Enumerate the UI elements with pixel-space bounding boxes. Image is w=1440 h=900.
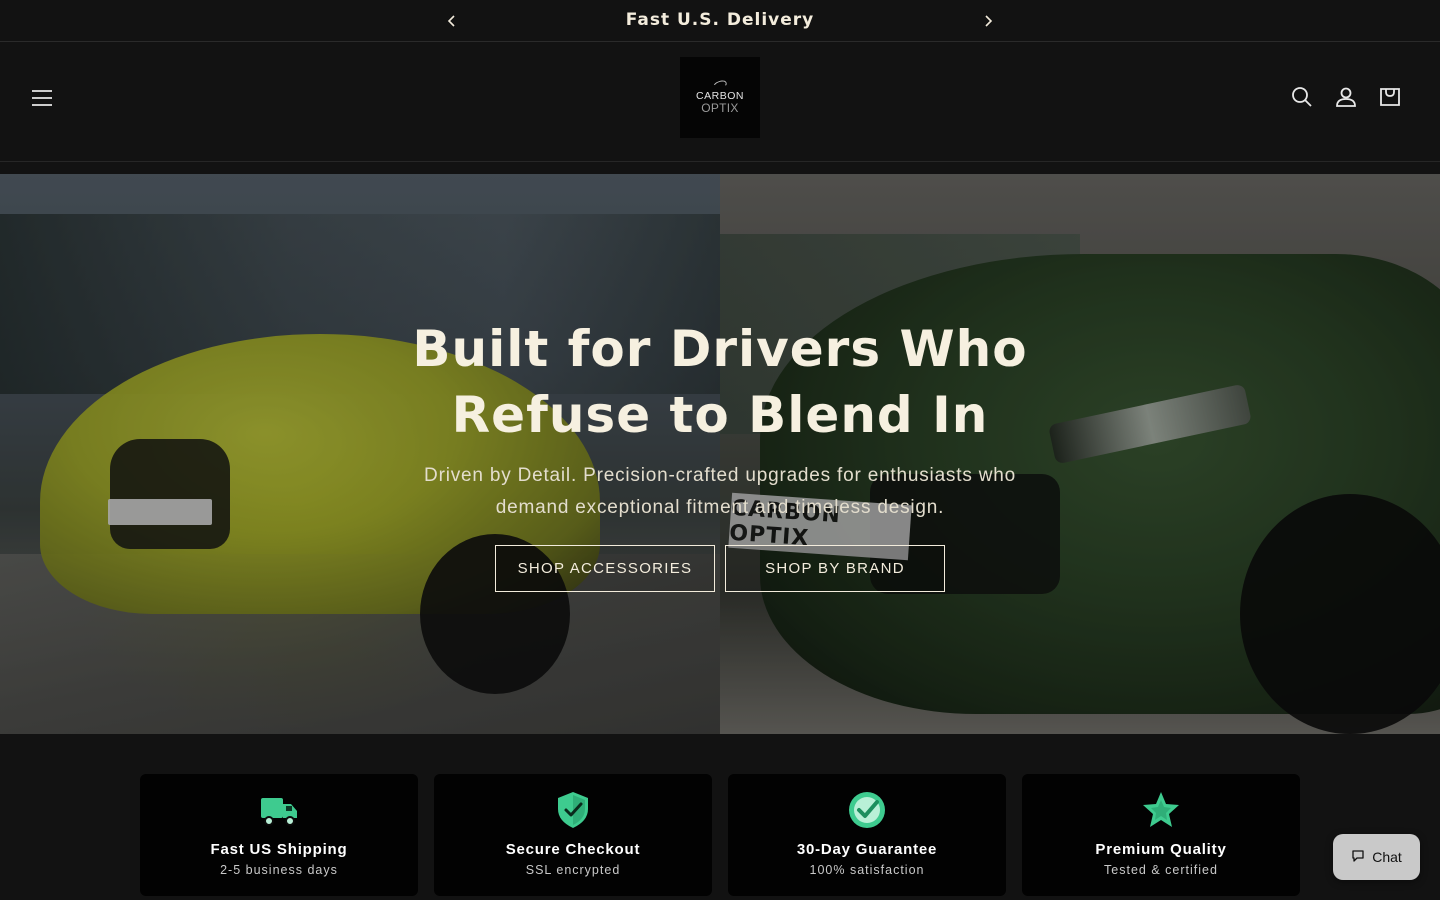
chevron-right-icon[interactable]	[979, 12, 997, 30]
feature-card-secure: Secure Checkout SSL encrypted	[434, 774, 712, 896]
hero-subtitle-line2: demand exceptional fitment and timeless …	[495, 497, 945, 518]
hero-subtitle-line1: Driven by Detail. Precision-crafted upgr…	[424, 465, 1016, 486]
features-section: Fast US Shipping 2-5 business days Secur…	[0, 734, 1440, 900]
shop-by-brand-button[interactable]: SHOP BY BRAND	[725, 545, 945, 592]
hero-banner: CARBON OPTIX Built for Drivers Who Refus…	[0, 174, 1440, 734]
feature-subtitle: 100% satisfaction	[809, 863, 925, 877]
logo-line2: OPTIX	[701, 101, 739, 115]
feature-title: 30-Day Guarantee	[796, 841, 938, 858]
feature-title: Secure Checkout	[505, 841, 641, 858]
feature-subtitle: SSL encrypted	[525, 863, 621, 877]
hero-title: Built for Drivers Who Refuse to Blend In	[320, 316, 1120, 448]
shield-check-icon	[553, 790, 593, 830]
badge-check-icon	[847, 790, 887, 830]
chat-label: Chat	[1372, 849, 1402, 865]
feature-subtitle: Tested & certified	[1104, 863, 1218, 877]
feature-title: Premium Quality	[1095, 841, 1227, 858]
feature-subtitle: 2-5 business days	[220, 863, 338, 877]
site-header: CARBON OPTIX	[0, 42, 1440, 162]
cart-icon[interactable]	[1377, 84, 1403, 110]
shop-accessories-button[interactable]: SHOP ACCESSORIES	[495, 545, 715, 592]
account-icon[interactable]	[1333, 84, 1359, 110]
feature-card-quality: Premium Quality Tested & certified	[1022, 774, 1300, 896]
hero-title-line1: Built for Drivers Who	[412, 320, 1028, 378]
announcement-message: Fast U.S. Delivery	[625, 10, 815, 30]
truck-icon	[259, 790, 299, 830]
chat-bubble-icon	[1351, 849, 1365, 866]
feature-title: Fast US Shipping	[210, 841, 348, 858]
hero-subtitle: Driven by Detail. Precision-crafted upgr…	[380, 460, 1060, 524]
menu-icon[interactable]	[28, 84, 56, 112]
search-icon[interactable]	[1289, 84, 1315, 110]
feature-card-guarantee: 30-Day Guarantee 100% satisfaction	[728, 774, 1006, 896]
hero-content: Built for Drivers Who Refuse to Blend In…	[0, 174, 1440, 734]
announcement-bar: Fast U.S. Delivery	[0, 0, 1440, 42]
hero-title-line2: Refuse to Blend In	[451, 386, 989, 444]
feature-card-shipping: Fast US Shipping 2-5 business days	[140, 774, 418, 896]
logo[interactable]: CARBON OPTIX	[680, 57, 760, 138]
chat-button[interactable]: Chat	[1333, 834, 1420, 880]
star-icon	[1141, 790, 1181, 830]
